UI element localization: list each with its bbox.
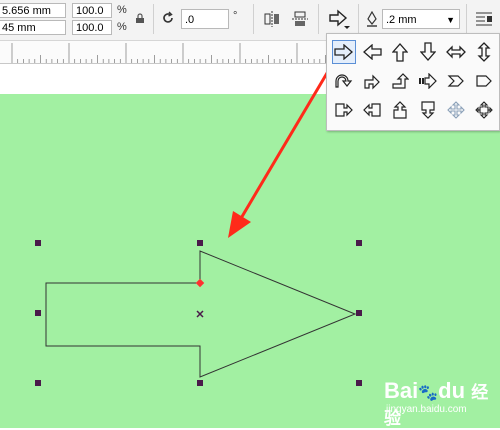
watermark-brand: Bai <box>384 378 419 403</box>
right-arrow-shape-icon[interactable] <box>332 40 356 64</box>
up-down-arrow-shape-icon[interactable] <box>472 40 496 64</box>
selection-handle-top-right[interactable] <box>356 240 362 246</box>
up-arrow-shape-icon[interactable] <box>388 40 412 64</box>
selection-handle-top[interactable] <box>197 240 203 246</box>
watermark-brand2: du <box>438 378 466 403</box>
up-callout-arrow-shape-icon[interactable] <box>388 98 412 122</box>
center-marker <box>196 310 204 318</box>
selection-handle-right[interactable] <box>356 310 362 316</box>
watermark-url: jingyan.baidu.com <box>386 404 467 415</box>
right-callout-arrow-shape-icon[interactable] <box>332 98 356 122</box>
selection-handle-top-left[interactable] <box>35 240 41 246</box>
left-callout-arrow-shape-icon[interactable] <box>360 98 384 122</box>
selection-handle-bottom-right[interactable] <box>356 380 362 386</box>
node-handle[interactable] <box>195 278 205 288</box>
down-callout-arrow-shape-icon[interactable] <box>416 98 440 122</box>
uturn-arrow-shape-icon[interactable] <box>332 69 356 93</box>
arrow-shapes-popup <box>326 33 500 131</box>
bent-up-arrow-shape-icon[interactable] <box>388 69 412 93</box>
left-right-arrow-shape-icon[interactable] <box>444 40 468 64</box>
pentagon-arrow-shape-icon[interactable] <box>472 69 496 93</box>
selection-handle-bottom-left[interactable] <box>35 380 41 386</box>
selection-handle-left[interactable] <box>35 310 41 316</box>
left-arrow-shape-icon[interactable] <box>360 40 384 64</box>
striped-arrow-shape-icon[interactable] <box>416 69 440 93</box>
down-arrow-shape-icon[interactable] <box>416 40 440 64</box>
bent-arrow-shape-icon[interactable] <box>360 69 384 93</box>
selection-handle-bottom[interactable] <box>197 380 203 386</box>
quad-callout-arrow-shape-icon[interactable] <box>472 98 496 122</box>
quad-arrow-shape-icon[interactable] <box>444 98 468 122</box>
paw-icon: 🐾 <box>418 385 439 402</box>
chevron-arrow-shape-icon[interactable] <box>444 69 468 93</box>
annotation-red-arrow <box>228 62 335 238</box>
